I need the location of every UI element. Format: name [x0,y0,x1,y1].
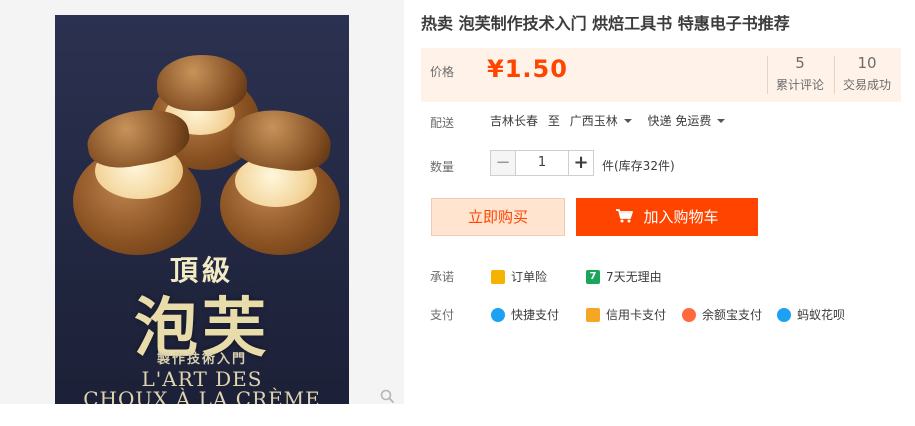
deals-count: 10 [857,54,877,72]
promise-seven-day[interactable]: 7 7天无理由 [586,268,662,285]
delivery-label: 配送 [430,116,455,130]
promise-label: 承诺 [430,270,455,284]
deals-stat: 10 交易成功 [834,54,900,93]
price-value: ¥1.50 [487,55,568,83]
chevron-down-icon [717,118,726,123]
price-panel: 价格 ¥1.50 5 累计评论 10 交易成功 [421,48,901,102]
reviews-stat[interactable]: 5 累计评论 [767,54,833,93]
product-gallery: 頂級 泡芙 製作技術入門 L'ART DES CHOUX À LA CRÈME [0,0,404,404]
cart-icon [616,209,634,223]
cover-french-line2: CHOUX À LA CRÈME [83,387,321,404]
magnifier-icon[interactable] [379,388,395,404]
promise-item-label: 7天无理由 [606,270,662,284]
seven-day-return-icon: 7 [586,269,600,284]
chevron-down-icon [623,118,632,123]
payment-item-label: 余额宝支付 [702,308,763,322]
deals-label: 交易成功 [842,78,891,92]
payment-item-label: 快捷支付 [511,308,560,322]
reviews-count: 5 [795,54,805,72]
payment-quick-pay[interactable]: 快捷支付 [491,306,559,323]
payment-yuebao[interactable]: 余额宝支付 [682,306,762,323]
payment-item-label: 蚂蚁花呗 [797,308,846,322]
credit-card-icon [586,307,600,322]
delivery-to: 广西玉林 [569,114,618,128]
payment-item-label: 信用卡支付 [606,308,667,322]
quantity-decrease-button[interactable]: − [490,150,516,176]
quantity-input[interactable]: 1 [516,150,568,176]
price-label: 价格 [430,65,455,79]
buy-now-button[interactable]: 立即购买 [431,198,565,236]
payment-credit-card[interactable]: 信用卡支付 [586,306,666,323]
yuebao-icon [682,307,696,322]
cover-subtitle: 製作技術入門 [156,352,247,367]
price-amount: 1.50 [504,55,568,83]
huabei-icon [777,307,791,322]
stock-info: 件(库存32件) [602,159,675,173]
delivery-to-word: 至 [547,114,560,128]
delivery-method-dropdown[interactable]: 快递 免运费 [648,114,738,128]
puff-cap-top [157,55,247,111]
payment-huabei[interactable]: 蚂蚁花呗 [777,306,845,323]
promise-item-label: 订单险 [511,270,548,284]
add-to-cart-label: 加入购物车 [643,208,719,226]
reviews-label: 累计评论 [775,78,824,92]
payment-label: 支付 [430,308,455,322]
delivery-method: 快递 免运费 [647,114,712,128]
delivery-from: 吉林长春 [490,114,539,128]
delivery-to-dropdown[interactable]: 广西玉林 [570,114,644,128]
promise-order-insurance[interactable]: 订单险 [491,268,547,285]
quantity-label: 数量 [430,160,455,174]
currency-symbol: ¥ [487,55,505,83]
product-cover-image[interactable]: 頂級 泡芙 製作技術入門 L'ART DES CHOUX À LA CRÈME [55,15,349,404]
quick-pay-icon [491,307,505,322]
quantity-increase-button[interactable]: + [568,150,594,176]
add-to-cart-button[interactable]: 加入购物车 [576,198,758,236]
delivery-row: 吉林长春 至 广西玉林 快递 免运费 [490,112,737,129]
order-insurance-icon [491,269,505,284]
product-title: 热卖 泡芙制作技术入门 烘焙工具书 特惠电子书推荐 [421,14,790,33]
